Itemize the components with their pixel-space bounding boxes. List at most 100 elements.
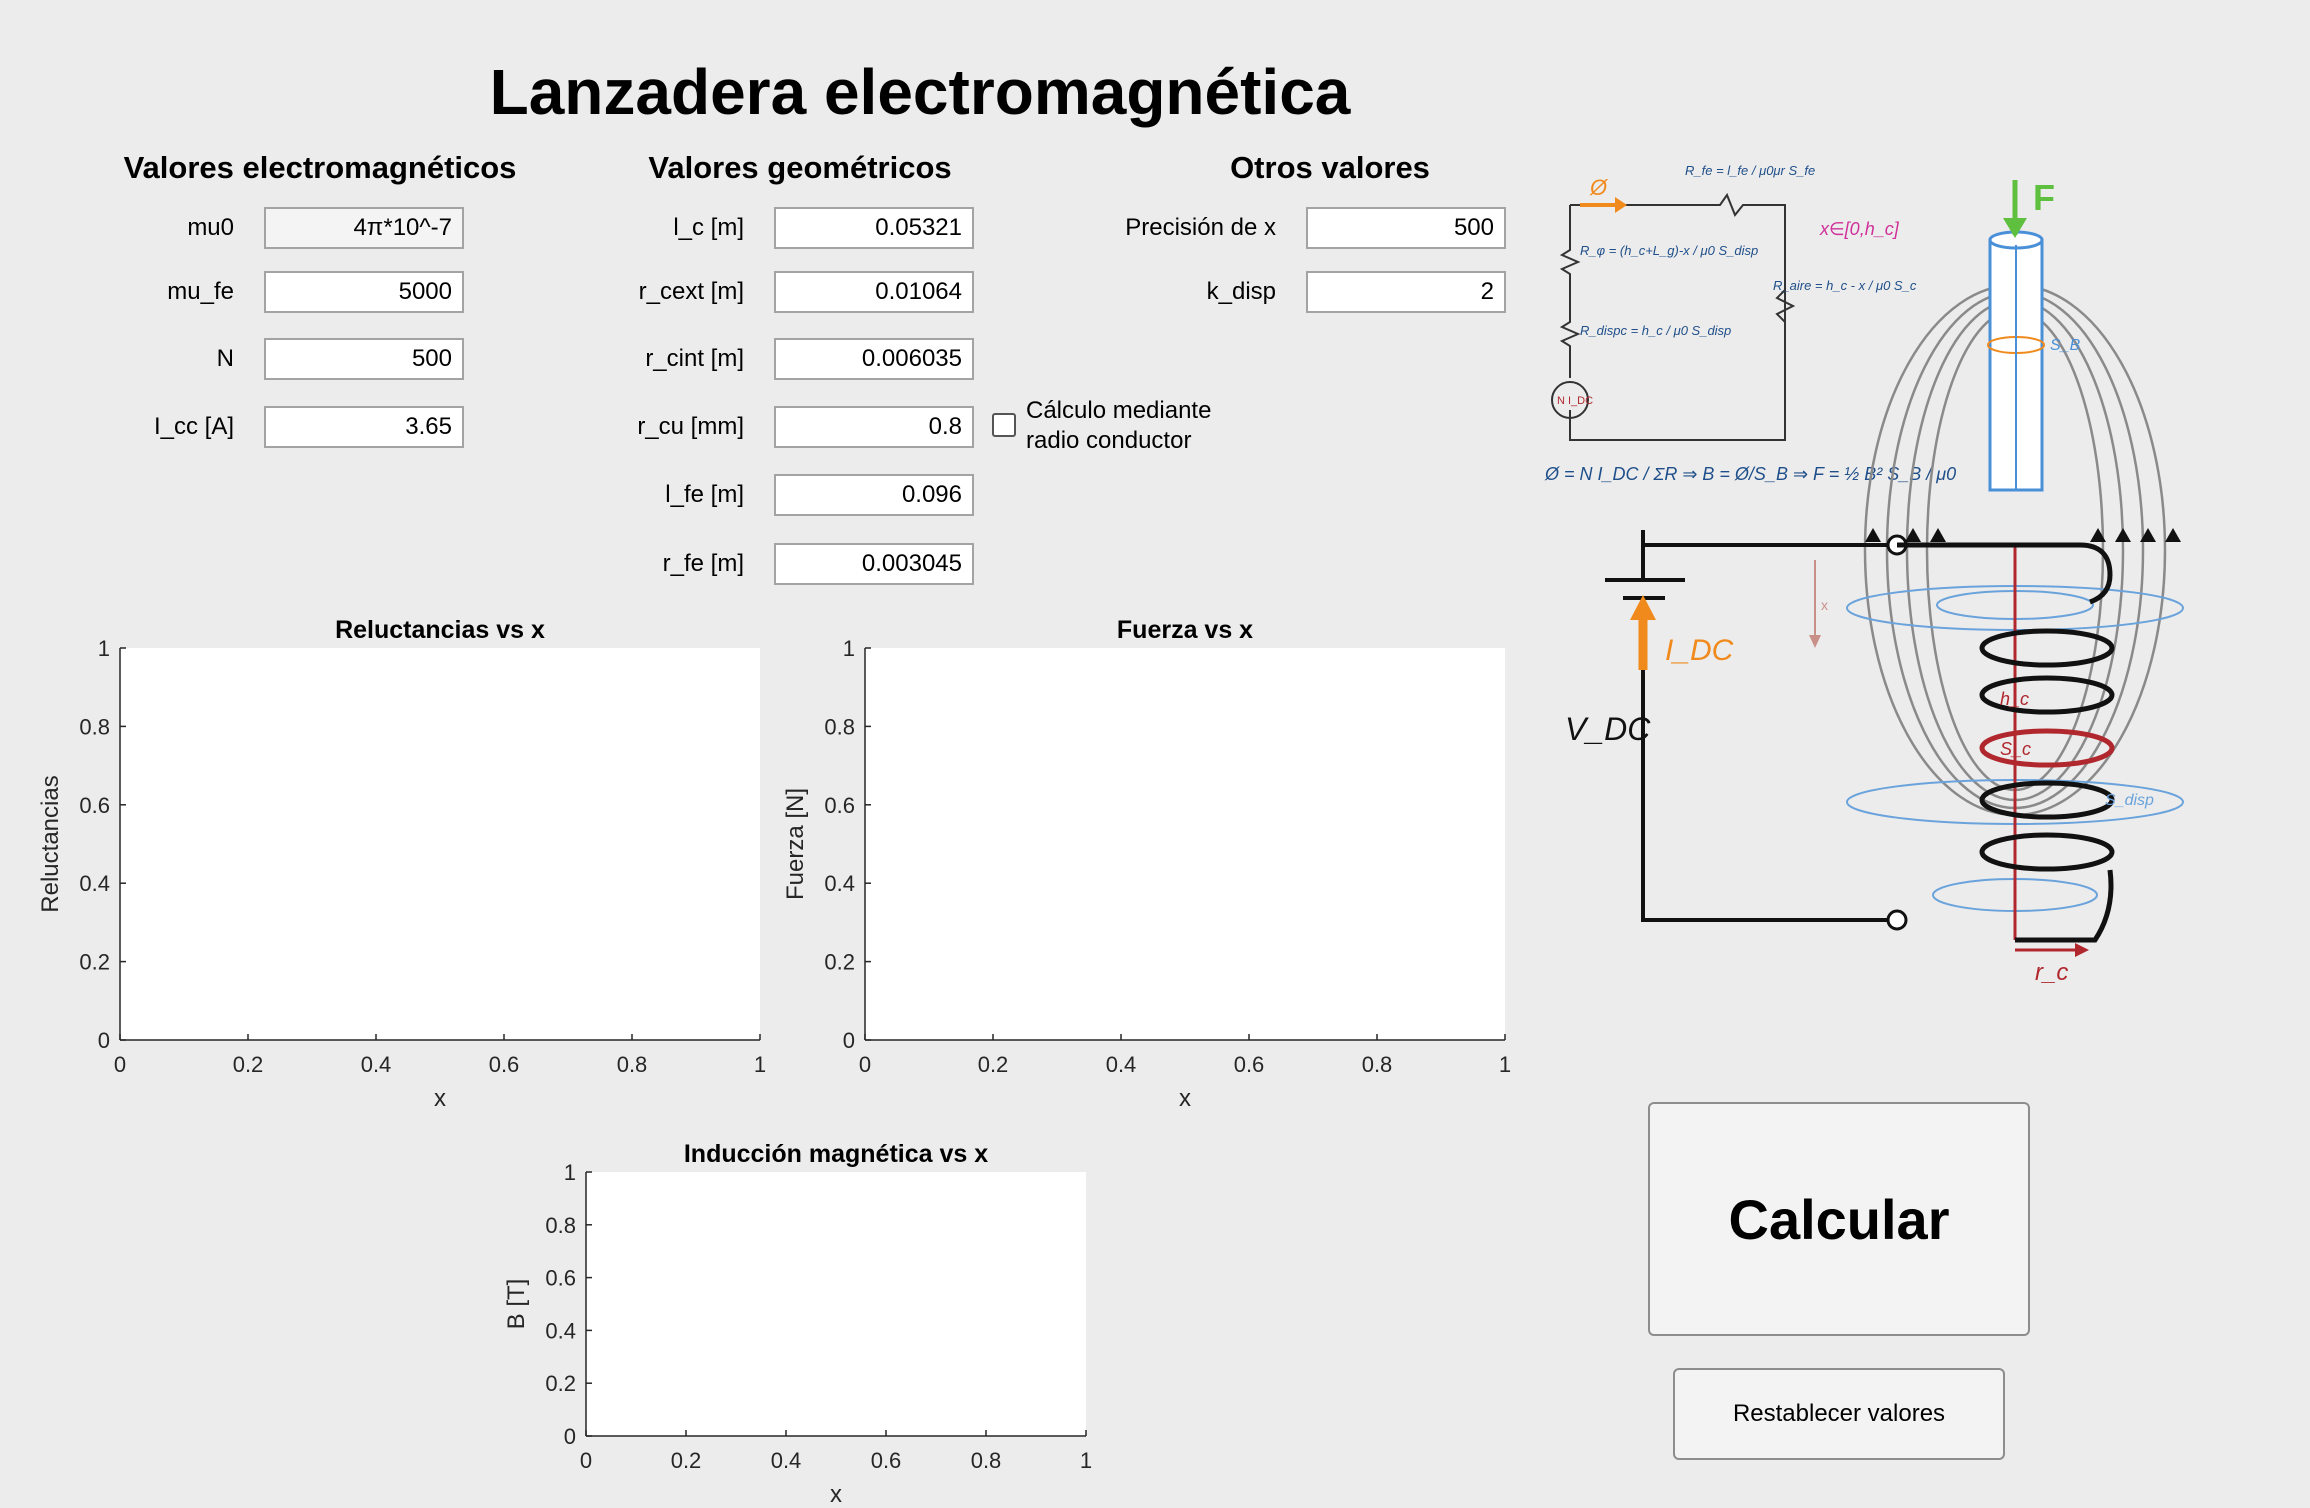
y-tick-label: 0.2 [824,950,855,975]
y-tick-label: 0.2 [545,1371,576,1396]
r-bar-label: R_fe = l_fe / μ0μr S_fe [1685,163,1815,178]
mu-fe-field[interactable] [264,271,464,313]
i-cc-field[interactable] [264,406,464,448]
y-axis-label: Reluctancias [37,775,64,912]
x-axis-label: x [1179,1085,1191,1112]
disp-area-label: S_disp [2105,792,2154,809]
r-cint-field[interactable] [774,338,974,380]
x-tick-label: 0 [580,1448,592,1473]
plot-area [120,648,760,1040]
x-tick-label: 0.8 [1362,1052,1393,1077]
range-label: x∈[0,h_c] [1819,219,1900,239]
x-tick-label: 0 [859,1052,871,1077]
x-marker-label: x [1821,597,1828,613]
x-tick-label: 0.8 [617,1052,648,1077]
y-tick-label: 0.8 [824,714,855,739]
reset-values-button[interactable]: Restablecer valores [1673,1368,2005,1460]
y-tick-label: 1 [98,636,110,661]
x-tick-label: 0.2 [671,1448,702,1473]
x-tick-label: 0 [114,1052,126,1077]
plot-area [865,648,1505,1040]
x-axis-label: x [434,1085,446,1112]
section-heading-electromagnetic: Valores electromagnéticos [123,150,517,185]
radius-conductor-checkbox-label: Cálculo mediante radio conductor [1026,397,1212,454]
field-label-mu0: mu0 [187,214,234,241]
radius-label: r_c [2035,959,2068,986]
y-tick-label: 1 [564,1160,576,1185]
radius-conductor-checkbox[interactable] [992,413,1016,437]
launcher-diagram: Ø R_fe = l_fe / μ0μr S_fe R_φ = (h_c+L_g… [1544,163,2184,986]
y-axis-label: B [T] [503,1279,530,1330]
field-label-mu-fe: mu_fe [167,278,234,305]
voltage-label: V_DC [1565,711,1651,747]
y-tick-label: 0.6 [79,793,110,818]
x-tick-label: 0.4 [361,1052,392,1077]
field-label-l-c: l_c [m] [673,214,744,241]
field-label-i-cc: I_cc [A] [153,413,234,440]
coil-area-label: S_c [2000,739,2031,759]
field-label-r-cint: r_cint [m] [645,345,744,372]
field-label-l-fe: l_fe [m] [665,481,744,508]
y-tick-label: 0.8 [545,1213,576,1238]
chart-title: Inducción magnética vs x [684,1140,988,1168]
field-arrowheads [1865,528,2181,542]
l-c-field[interactable] [774,207,974,249]
y-axis-label: Fuerza [N] [782,788,809,900]
x-tick-label: 0.2 [978,1052,1009,1077]
y-tick-label: 0.4 [545,1318,576,1343]
y-tick-label: 0.6 [824,793,855,818]
force-chart: 0 0.2 0.4 0.6 0.8 1 0 0.2 0.4 0.6 0.8 1 Fuerza vs x x… [782,616,1511,1112]
y-tick-label: 1 [843,636,855,661]
chart-title: Reluctancias vs x [335,616,545,644]
n-field[interactable] [264,338,464,380]
source-label: N I_DC [1557,395,1593,407]
y-tick-label: 0 [98,1028,110,1053]
r-fe-field[interactable] [774,543,974,585]
section-heading-other: Otros valores [1230,150,1430,185]
l-fe-field[interactable] [774,474,974,516]
x-tick-label: 0.6 [489,1052,520,1077]
field-label-k-disp: k_disp [1206,278,1276,305]
field-label-precision-x: Precisión de x [1125,214,1276,241]
y-tick-label: 0.4 [824,871,855,896]
x-tick-label: 1 [1499,1052,1511,1077]
x-tick-label: 0.4 [771,1448,802,1473]
mu0-field[interactable] [264,207,464,249]
reluctance-chart: 0 0.2 0.4 0.6 0.8 100.20.40.60.81Reluctancias… [37,616,766,1112]
field-label-r-cu: r_cu [mm] [637,413,744,440]
current-label: I_DC [1665,634,1734,667]
page-title: Lanzadera electromagnética [489,56,1351,128]
y-tick-label: 0.6 [545,1266,576,1291]
x-tick-label: 0.6 [871,1448,902,1473]
y-tick-label: 0 [564,1424,576,1449]
x-axis-label: x [830,1481,842,1508]
bar-area-label: S_B [2050,337,2081,354]
flux-label: Ø [1589,175,1609,200]
x-tick-label: 0.2 [233,1052,264,1077]
precision-x-field[interactable] [1306,207,1506,249]
induction-chart: 0 0.2 0.4 0.6 0.8 1 0 0.2 0.4 0.6 0.8 1 Inducción ma… [503,1140,1092,1508]
coil-height-label: h_c [2000,689,2029,709]
field-label-r-cext: r_cext [m] [638,278,744,305]
section-heading-geometric: Valores geométricos [648,150,952,185]
x-tick-label: 0.8 [971,1448,1002,1473]
r-dispc-label: R_dispc = h_c / μ0 S_disp [1580,323,1731,338]
calculate-button[interactable]: Calcular [1648,1102,2030,1336]
r-cu-field[interactable] [774,406,974,448]
r-phi-label: R_φ = (h_c+L_g)-x / μ0 S_disp [1580,243,1758,258]
x-tick-label: 0.6 [1234,1052,1265,1077]
force-label: F [2033,177,2055,218]
y-tick-label: 0.8 [79,714,110,739]
r-cext-field[interactable] [774,271,974,313]
y-tick-label: 0.2 [79,950,110,975]
field-label-r-fe: r_fe [m] [662,550,744,577]
r-aire-label: R_aire = h_c - x / μ0 S_c [1773,278,1917,293]
k-disp-field[interactable] [1306,271,1506,313]
plot-area [586,1172,1086,1436]
y-tick-label: 0 [843,1028,855,1053]
chart-title: Fuerza vs x [1117,616,1253,644]
y-tick-label: 0.4 [79,871,110,896]
x-tick-label: 1 [1080,1448,1092,1473]
field-label-n: N [216,345,234,372]
x-tick-label: 0.4 [1106,1052,1137,1077]
